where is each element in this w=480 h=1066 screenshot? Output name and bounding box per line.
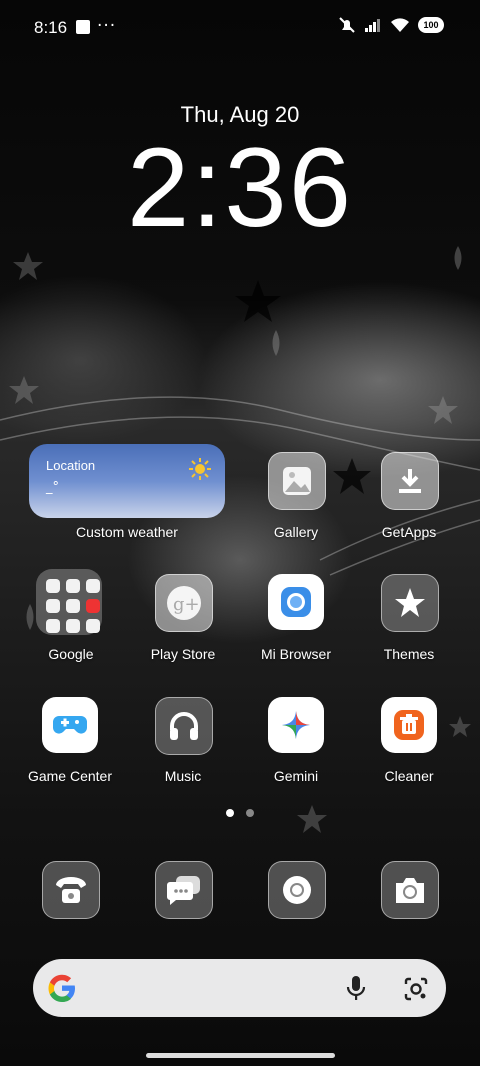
- folder-app-icon: [86, 579, 100, 593]
- folder-app-icon: [46, 579, 60, 593]
- game-center-app[interactable]: [42, 697, 98, 753]
- status-icons: 100: [338, 16, 444, 34]
- music-app[interactable]: [155, 697, 213, 755]
- weather-location: Location: [46, 458, 96, 473]
- more-notifications-icon: ···: [97, 16, 117, 36]
- clock-text: 2:36: [127, 125, 353, 250]
- themes-label: Themes: [383, 646, 435, 662]
- battery-level: 100: [423, 20, 439, 30]
- play-store-app[interactable]: g+: [155, 574, 213, 632]
- mute-icon: [339, 17, 355, 33]
- mi-browser-app[interactable]: [268, 574, 324, 630]
- status-time: 8:16: [34, 18, 68, 37]
- dock-phone-app[interactable]: [42, 861, 100, 919]
- phone-icon: [56, 877, 86, 903]
- cleaner-app[interactable]: [381, 697, 437, 753]
- dock-chrome-app[interactable]: [268, 861, 326, 919]
- mic-icon[interactable]: [346, 975, 366, 1001]
- folder-app-icon: [66, 619, 80, 633]
- google-plus-icon: g+: [167, 586, 201, 620]
- folder-app-icon: [86, 619, 100, 633]
- gesture-nav-bar[interactable]: [146, 1053, 335, 1058]
- mi-browser-label: Mi Browser: [260, 646, 331, 662]
- wifi-icon: [391, 18, 409, 32]
- gamepad-icon: [53, 716, 87, 734]
- page-indicator-active[interactable]: [226, 809, 234, 817]
- gallery-app[interactable]: [268, 452, 326, 510]
- game-center-label: Game Center: [27, 768, 113, 784]
- weather-widget-label: Custom weather: [76, 524, 178, 540]
- dock-messages-app[interactable]: [155, 861, 213, 919]
- battery-icon: 100: [418, 17, 444, 33]
- page-indicator-inactive[interactable]: [246, 809, 254, 817]
- themes-app[interactable]: [381, 574, 439, 632]
- play-store-label: Play Store: [150, 646, 216, 662]
- gemini-sparkle-icon: [282, 711, 310, 739]
- getapps-label: GetApps: [381, 524, 437, 540]
- download-icon: [399, 469, 421, 493]
- google-g-icon: [48, 974, 75, 1002]
- dock-camera-app[interactable]: [381, 861, 439, 919]
- themes-star-icon: [395, 588, 425, 617]
- folder-app-icon: [46, 619, 60, 633]
- music-label: Music: [164, 768, 202, 784]
- chrome-icon: [283, 876, 311, 904]
- gallery-icon: [283, 467, 311, 495]
- svg-text:g+: g+: [173, 594, 200, 615]
- camera-icon: [396, 878, 424, 903]
- folder-app-icon: [66, 579, 80, 593]
- headphones-icon: [170, 712, 198, 740]
- gallery-label: Gallery: [273, 524, 319, 540]
- google-label: Google: [48, 646, 94, 662]
- sun-icon: [189, 458, 211, 480]
- weather-temperature: _°: [46, 480, 59, 495]
- trash-icon: [394, 710, 424, 740]
- notification-icon: [76, 20, 90, 34]
- signal-icon: [365, 19, 380, 32]
- google-search-bar[interactable]: [33, 959, 446, 1017]
- lens-icon[interactable]: [403, 976, 429, 1002]
- messages-icon: [167, 876, 200, 905]
- folder-app-icon: [86, 599, 100, 613]
- cleaner-label: Cleaner: [384, 768, 434, 784]
- mi-browser-icon: [281, 587, 311, 617]
- google-folder[interactable]: [36, 569, 102, 635]
- gemini-app[interactable]: [268, 697, 324, 753]
- folder-app-icon: [46, 599, 60, 613]
- folder-app-icon: [66, 599, 80, 613]
- gemini-label: Gemini: [273, 768, 319, 784]
- weather-widget[interactable]: Location _°: [29, 444, 225, 518]
- getapps-app[interactable]: [381, 452, 439, 510]
